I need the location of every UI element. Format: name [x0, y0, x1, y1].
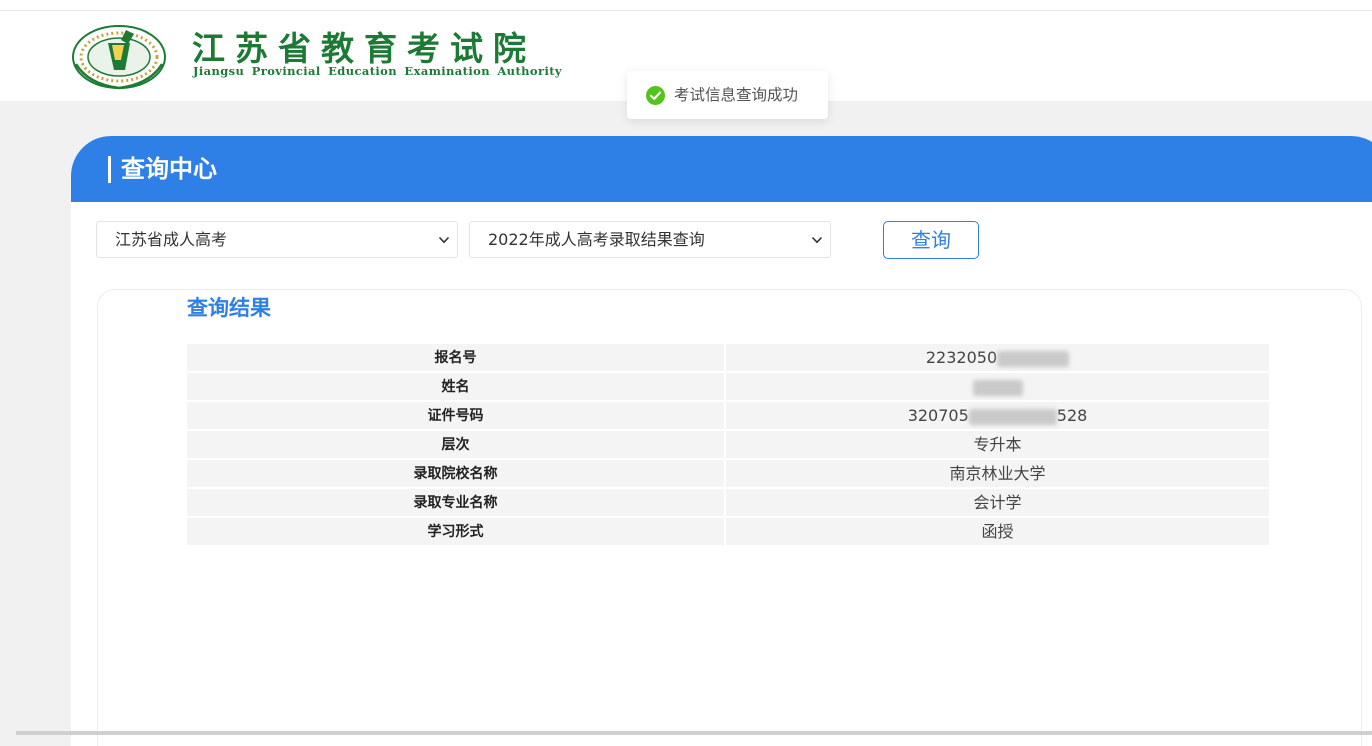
query-item-value: 2022年成人高考录取结果查询: [488, 230, 705, 249]
title-accent-bar: [108, 156, 111, 183]
field-label: 姓名: [187, 373, 726, 402]
field-label: 学习形式: [187, 518, 726, 547]
brand-name-english: Jiangsu Provincial Education Examination…: [193, 64, 563, 78]
masked-value: [997, 350, 1070, 367]
field-value: [726, 373, 1269, 402]
check-circle-icon: [646, 86, 665, 105]
query-center-panel: 查询中心 江苏省成人高考 2022年成人高考录取结果查询 查询 查询结果 报名号…: [71, 136, 1372, 746]
registration-number-visible: 2232050: [925, 348, 998, 367]
field-value: 2232050: [726, 344, 1269, 373]
field-value: 320705 528: [726, 402, 1269, 431]
table-row: 学习形式 函授: [187, 518, 1269, 547]
table-row: 证件号码 320705 528: [187, 402, 1269, 431]
field-value: 南京林业大学: [726, 460, 1269, 489]
top-border: [0, 0, 1372, 11]
table-row: 录取院校名称 南京林业大学: [187, 460, 1269, 489]
chevron-down-icon: [811, 236, 823, 244]
result-table: 报名号 2232050 姓名 证件号码 320705 528 层次 专升本 录取院…: [187, 344, 1269, 547]
id-number-suffix: 528: [1056, 406, 1088, 425]
table-row: 录取专业名称 会计学: [187, 489, 1269, 518]
toast-message: 考试信息查询成功: [674, 86, 799, 104]
exam-type-select[interactable]: 江苏省成人高考: [96, 221, 458, 258]
horizontal-scrollbar[interactable]: [16, 731, 1372, 735]
field-label: 录取院校名称: [187, 460, 726, 489]
field-label: 报名号: [187, 344, 726, 373]
chevron-down-icon: [438, 236, 450, 244]
masked-value: [972, 379, 1023, 396]
field-label: 证件号码: [187, 402, 726, 431]
brand-name-chinese: 江苏省教育考试院: [192, 29, 536, 68]
masked-value: [968, 408, 1057, 425]
table-row: 报名号 2232050: [187, 344, 1269, 373]
result-title: 查询结果: [187, 296, 271, 320]
success-toast: 考试信息查询成功: [627, 71, 828, 119]
panel-header: 查询中心: [71, 136, 1372, 202]
query-item-select[interactable]: 2022年成人高考录取结果查询: [469, 221, 831, 258]
field-value: 函授: [726, 518, 1269, 547]
table-row: 层次 专升本: [187, 431, 1269, 460]
id-number-prefix: 320705: [907, 406, 969, 425]
field-value: 专升本: [726, 431, 1269, 460]
query-button[interactable]: 查询: [883, 221, 979, 259]
seal-logo-icon[interactable]: [68, 20, 172, 90]
field-label: 录取专业名称: [187, 489, 726, 518]
exam-type-value: 江苏省成人高考: [115, 230, 228, 249]
table-row: 姓名: [187, 373, 1269, 402]
panel-title: 查询中心: [121, 155, 217, 183]
field-label: 层次: [187, 431, 726, 460]
field-value: 会计学: [726, 489, 1269, 518]
